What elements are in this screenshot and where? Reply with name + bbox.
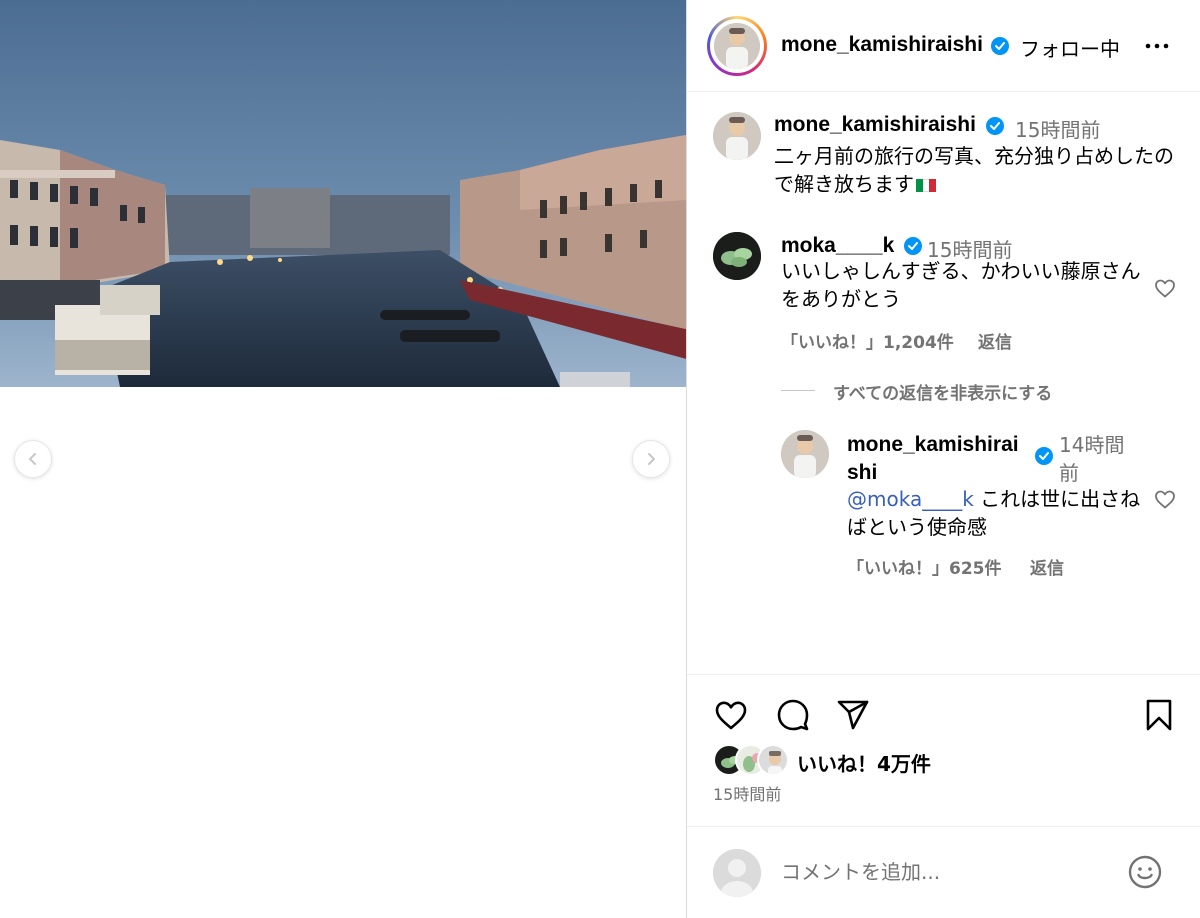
carousel-next-button[interactable] (632, 440, 670, 478)
comment-like-count[interactable]: 「いいね！」1,204件 (781, 328, 954, 353)
post-timestamp[interactable]: 15時間前 (713, 781, 781, 805)
caption-avatar[interactable] (713, 112, 761, 160)
avatar[interactable] (714, 23, 760, 69)
follow-status-button[interactable]: フォロー中 (1020, 33, 1120, 62)
post-header: mone_kamishiraishi フォロー中 (687, 0, 1200, 92)
venice-canal-photo (0, 0, 686, 387)
verified-badge-icon (991, 37, 1009, 55)
comment-username[interactable]: moka____k (781, 234, 894, 258)
bookmark-icon[interactable] (1141, 697, 1177, 733)
post-photo[interactable] (0, 0, 686, 387)
divider (687, 826, 1200, 827)
smiley-icon[interactable] (1127, 854, 1163, 890)
divider-line (781, 390, 815, 391)
chevron-right-icon (648, 453, 655, 465)
post-author-username[interactable]: mone_kamishiraishi (781, 33, 983, 57)
reply-reply-button[interactable]: 返信 (1030, 554, 1064, 579)
comment-bubble-icon[interactable] (775, 697, 811, 733)
mention-link[interactable]: @moka____k (847, 487, 974, 511)
more-options-icon[interactable] (1143, 34, 1171, 58)
likers-avatars[interactable] (713, 744, 791, 778)
carousel-prev-button[interactable] (14, 440, 52, 478)
avatar (713, 849, 761, 897)
reply-avatar[interactable] (781, 430, 829, 478)
paper-plane-icon[interactable] (835, 697, 871, 733)
heart-icon[interactable] (1153, 487, 1177, 511)
heart-icon[interactable] (713, 697, 749, 733)
caption-text: 二ヶ月前の旅行の写真、充分独り占めしたので解き放ちます (774, 144, 1174, 196)
reply-like-count[interactable]: 「いいね！」625件 (847, 554, 1002, 579)
add-comment-input[interactable] (781, 857, 1101, 887)
post-side-panel: mone_kamishiraishi フォロー中 mone_kamishirai… (687, 0, 1200, 918)
likes-count[interactable]: いいね！4万件 (797, 748, 931, 777)
commenter-avatar[interactable] (713, 232, 761, 280)
media-pane (0, 0, 686, 918)
comment-text: いいしゃしんすぎる、かわいい藤原さんをありがとう (781, 259, 1141, 311)
verified-badge-icon (904, 237, 922, 255)
caption-timestamp: 15時間前 (1015, 118, 1101, 142)
chevron-left-icon (29, 453, 36, 465)
reply-text: @moka____k これは世に出さねばという使命感 (847, 487, 1141, 539)
verified-badge-icon (1035, 447, 1053, 465)
story-ring[interactable] (707, 16, 767, 76)
verified-badge-icon (986, 117, 1004, 135)
reply-username[interactable]: mone_kamishirai shi (847, 431, 1037, 487)
reply-timestamp: 14時間前 (1059, 433, 1125, 485)
hide-replies-button[interactable]: すべての返信を非表示にする (833, 379, 1052, 404)
heart-icon[interactable] (1153, 276, 1177, 300)
avatar (757, 744, 789, 776)
caption-username[interactable]: mone_kamishiraishi (774, 113, 976, 137)
comment-reply-button[interactable]: 返信 (978, 328, 1012, 353)
italy-flag-icon (916, 179, 936, 192)
divider (687, 674, 1200, 675)
